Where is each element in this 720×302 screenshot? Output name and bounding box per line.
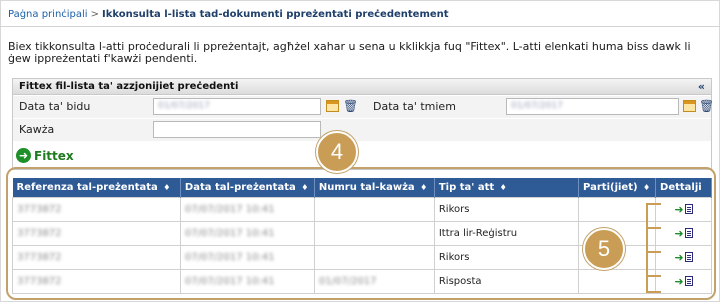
column-header-label: Parti(jiet) (583, 181, 638, 193)
cell-date: 07/07/2017 10:41 (179, 244, 315, 270)
column-header-label: Data tal-preżentata (184, 181, 296, 193)
view-details-icon[interactable]: ➜ (674, 227, 693, 240)
annotation-bracket (646, 203, 661, 293)
arrow-right-circle-icon: ➜ (16, 148, 31, 163)
breadcrumb-current: Ikkonsulta l-lista tad-dokumenti ppreżen… (101, 9, 449, 20)
column-header-label: Numru tal-kawża (318, 181, 415, 193)
column-header-details: Dettalji (655, 178, 712, 197)
column-header-act-type[interactable]: Tip ta' att ♦ (434, 178, 580, 197)
reference-value: 3773872 (17, 227, 62, 239)
start-date-label: Data ta' bidu (19, 100, 91, 113)
view-details-icon[interactable]: ➜ (674, 203, 693, 216)
column-header-label: Referenza tal-preżentata (16, 181, 158, 193)
view-details-icon[interactable]: ➜ (674, 251, 693, 264)
date-value: 07/07/2017 10:41 (184, 227, 275, 239)
date-value: 07/07/2017 10:41 (184, 203, 275, 215)
table-row: 3773872 07/07/2017 10:41 Rikors ➜ (12, 196, 712, 222)
annotation-callout-4: 4 (316, 131, 358, 173)
end-date-value: 01/07/2017 (511, 101, 563, 111)
sort-icon: ♦ (420, 182, 428, 192)
calendar-icon[interactable] (683, 100, 696, 112)
sort-icon: ♦ (301, 182, 309, 192)
column-header-date[interactable]: Data tal-preżentata ♦ (180, 178, 315, 197)
cell-case-number (313, 196, 435, 222)
breadcrumb-home-link[interactable]: Paġna prinċipali (8, 9, 88, 20)
search-button[interactable]: ➜ Fittex (16, 148, 74, 163)
cell-date: 07/07/2017 10:41 (179, 220, 315, 246)
cell-date: 07/07/2017 10:41 (179, 268, 315, 294)
date-value: 07/07/2017 10:41 (184, 275, 275, 287)
trash-icon[interactable]: 🗑 (699, 100, 714, 112)
cell-reference: 3773872 (12, 220, 181, 246)
cell-date: 07/07/2017 10:41 (179, 196, 315, 222)
end-date-field[interactable]: 01/07/2017 (506, 98, 679, 115)
start-date-value: 01/07/2017 (158, 101, 210, 111)
start-date-field[interactable]: 01/07/2017 (153, 98, 321, 115)
filter-panel-title: Fittex fil-lista ta' azzjonijiet preċede… (19, 81, 239, 92)
view-details-icon[interactable]: ➜ (674, 275, 693, 288)
sort-icon: ♦ (163, 182, 171, 192)
cell-act-type: Rikors (433, 244, 580, 270)
breadcrumb-divider (0, 26, 720, 27)
filter-row-dates: Data ta' bidu 01/07/2017 🗑 Data ta' tmie… (13, 96, 714, 118)
table-row: 3773872 07/07/2017 10:41 01/07/2017 Risp… (12, 268, 712, 294)
calendar-icon[interactable] (326, 100, 339, 112)
reference-value: 3773872 (17, 251, 62, 263)
search-button-label: Fittex (34, 148, 74, 163)
case-label: Kawża (19, 123, 55, 136)
breadcrumb: Paġna prinċipali > Ikkonsulta l-lista tad-… (8, 9, 449, 20)
cell-case-number: 01/07/2017 (313, 268, 435, 294)
table-header-row: Referenza tal-preżentata ♦ Data tal-preż… (12, 178, 712, 197)
case-input[interactable] (153, 121, 321, 138)
cell-case-number (313, 244, 435, 270)
column-header-label: Tip ta' att (438, 181, 495, 193)
cell-act-type: Rikors (433, 196, 580, 222)
column-header-parties[interactable]: Parti(jiet) ♦ (578, 178, 657, 197)
cell-reference: 3773872 (12, 196, 181, 222)
column-header-label: Dettalji (660, 181, 702, 193)
cell-reference: 3773872 (12, 244, 181, 270)
column-header-reference[interactable]: Referenza tal-preżentata ♦ (12, 178, 181, 197)
reference-value: 3773872 (17, 203, 62, 215)
sort-icon: ♦ (643, 182, 651, 192)
column-header-case-number[interactable]: Numru tal-kawża ♦ (314, 178, 435, 197)
date-value: 07/07/2017 10:41 (184, 251, 275, 263)
filter-panel: Fittex fil-lista ta' azzjonijiet preċede… (12, 78, 714, 170)
case-number-value: 01/07/2017 (318, 275, 377, 287)
end-date-label: Data ta' tmiem (373, 100, 456, 113)
breadcrumb-separator: > (90, 9, 99, 20)
intro-text: Biex tikkonsulta l-atti proċedurali li p… (8, 40, 691, 65)
cell-reference: 3773872 (12, 268, 181, 294)
collapse-icon[interactable]: « (698, 80, 705, 93)
annotation-callout-5: 5 (583, 228, 625, 270)
filter-panel-header[interactable]: Fittex fil-lista ta' azzjonijiet preċede… (13, 79, 711, 95)
cell-act-type: Ittra lir-Reġistru (433, 220, 580, 246)
sort-icon: ♦ (499, 182, 507, 192)
filter-row-case: Kawża (13, 119, 711, 141)
trash-icon[interactable]: 🗑 (343, 100, 358, 112)
cell-act-type: Risposta (433, 268, 580, 294)
reference-value: 3773872 (17, 275, 62, 287)
cell-case-number (313, 220, 435, 246)
